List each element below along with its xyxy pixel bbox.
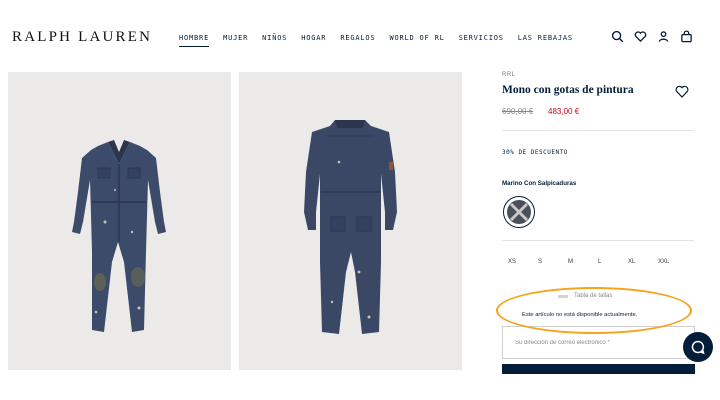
size-s[interactable]: S	[538, 259, 568, 265]
nav-item-regalos[interactable]: REGALOS	[340, 34, 375, 47]
main-nav: HOMBRE MUJER NIÑOS HOGAR REGALOS WORLD O…	[179, 34, 573, 47]
size-l[interactable]: L	[598, 259, 628, 265]
size-m[interactable]: M	[568, 259, 598, 265]
chat-icon	[691, 340, 705, 355]
nav-item-hogar[interactable]: HOGAR	[301, 34, 326, 47]
color-swatch[interactable]	[503, 196, 535, 228]
nav-item-ninos[interactable]: NIÑOS	[262, 34, 287, 47]
nav-item-servicios[interactable]: SERVICIOS	[459, 34, 504, 47]
product-image-front[interactable]	[8, 72, 231, 370]
nav-item-las-rebajas[interactable]: LAS REBAJAS	[518, 34, 573, 47]
account-icon[interactable]	[657, 30, 670, 43]
product-image-back[interactable]	[239, 72, 462, 370]
ruler-icon	[558, 294, 568, 298]
size-xs[interactable]: XS	[508, 259, 538, 265]
search-icon[interactable]	[611, 30, 624, 43]
size-chart-label: Tabla de tallas	[574, 293, 613, 299]
header-icons	[611, 30, 693, 43]
divider	[502, 240, 694, 241]
bag-icon[interactable]	[680, 30, 693, 43]
color-name: Marino Con Salpicaduras	[502, 180, 577, 187]
original-price: 690,00 €	[502, 107, 534, 116]
chat-button[interactable]	[683, 332, 713, 362]
heart-icon[interactable]	[634, 30, 647, 43]
product-title: Mono con gotas de pintura	[502, 84, 634, 96]
nav-item-hombre[interactable]: HOMBRE	[179, 34, 210, 47]
coverall-front-illustration	[72, 140, 166, 332]
unavailable-message: Este artículo no está disponible actualm…	[522, 312, 638, 318]
discount-label: 30% DE DESCUENTO	[502, 149, 568, 156]
email-field[interactable]	[502, 326, 695, 359]
sale-price: 483,00 €	[548, 107, 580, 116]
swatch-x-icon	[509, 202, 529, 222]
coverall-back-illustration	[304, 120, 397, 334]
wishlist-heart-icon[interactable]	[675, 85, 689, 98]
nav-item-world-of-rl[interactable]: WORLD OF RL	[389, 34, 444, 47]
brand-logo[interactable]: RALPH LAUREN	[12, 29, 152, 46]
divider	[502, 130, 694, 131]
notify-button[interactable]	[502, 364, 695, 374]
nav-item-mujer[interactable]: MUJER	[223, 34, 248, 47]
product-brand: RRL	[502, 72, 516, 78]
size-xl[interactable]: XL	[628, 259, 658, 265]
swatch-fabric	[507, 200, 531, 224]
size-selector: XS S M L XL XXL	[508, 259, 688, 265]
size-chart-link[interactable]: Tabla de tallas	[558, 293, 612, 299]
size-xxl[interactable]: XXL	[658, 259, 688, 265]
